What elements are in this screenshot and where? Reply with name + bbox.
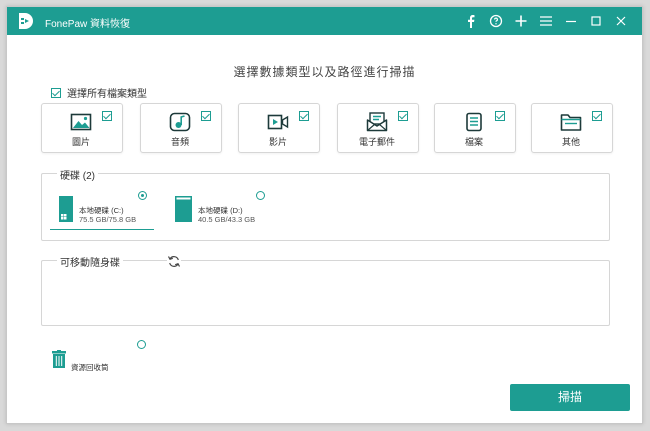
recycle-bin-label: 資源回收筒 xyxy=(71,363,109,372)
plus-icon[interactable] xyxy=(510,10,532,32)
checkbox-checked-icon[interactable] xyxy=(201,111,211,121)
recycle-bin-radio[interactable] xyxy=(137,340,146,349)
facebook-icon[interactable] xyxy=(460,10,482,32)
feedback-icon[interactable] xyxy=(485,10,507,32)
checkbox-checked-icon[interactable] xyxy=(299,111,309,121)
file-type-label: 檔案 xyxy=(464,137,483,147)
select-all-label: 選擇所有檔案類型 xyxy=(67,89,147,100)
image-icon xyxy=(70,113,92,131)
file-type-label: 電子郵件 xyxy=(358,137,395,147)
document-icon xyxy=(466,112,482,132)
refresh-icon[interactable] xyxy=(167,255,181,268)
file-type-image[interactable]: 圖片 xyxy=(41,103,123,153)
file-type-audio[interactable]: 音頻 xyxy=(140,103,222,153)
checkbox-checked-icon[interactable] xyxy=(592,111,602,121)
drive-c[interactable]: 本地硬碟 (C:) 75.5 GB/75.8 GB xyxy=(50,194,154,230)
recycle-bin-icon xyxy=(52,350,66,368)
minimize-icon[interactable] xyxy=(560,10,582,32)
drive-c-radio[interactable] xyxy=(138,191,147,200)
file-type-label: 圖片 xyxy=(71,137,90,147)
recycle-bin[interactable]: 資源回收筒 xyxy=(49,348,119,374)
file-type-label: 其他 xyxy=(561,137,580,147)
select-all-checkbox[interactable]: 選擇所有檔案類型 xyxy=(51,85,147,100)
email-icon xyxy=(366,112,388,132)
drive-d-radio[interactable] xyxy=(256,191,265,200)
drive-size: 40.5 GB/43.3 GB xyxy=(198,215,256,224)
checkbox-checked-icon[interactable] xyxy=(495,111,505,121)
page-heading: 選擇數據類型以及路徑進行掃描 xyxy=(233,65,416,79)
file-type-other[interactable]: 其他 xyxy=(531,103,613,153)
app-window: FonePaw 資料恢復 選擇數據類型以及路徑進行掃描 選擇所有檔案類型 圖片 … xyxy=(6,6,643,424)
hard-drive-icon xyxy=(175,196,192,222)
drive-size: 75.5 GB/75.8 GB xyxy=(79,215,137,224)
hard-drives-panel: 硬碟 (2) 本地硬碟 (C:) 75.5 GB/75.8 GB 本地硬碟 (D… xyxy=(41,167,610,241)
file-type-document[interactable]: 檔案 xyxy=(434,103,516,153)
maximize-icon[interactable] xyxy=(585,10,607,32)
file-type-grid: 圖片 音頻 影片 電子郵件 檔案 其他 xyxy=(41,103,617,153)
hard-drives-title: 硬碟 (2) xyxy=(57,167,98,182)
title-bar-controls xyxy=(457,7,632,35)
music-icon xyxy=(169,112,191,132)
removable-drives-title: 可移動隨身碟 xyxy=(57,254,123,269)
file-type-video[interactable]: 影片 xyxy=(238,103,320,153)
close-icon[interactable] xyxy=(610,10,632,32)
title-bar: FonePaw 資料恢復 xyxy=(7,7,642,35)
app-title: FonePaw 資料恢復 xyxy=(45,19,131,30)
file-type-label: 影片 xyxy=(268,137,287,147)
scan-button[interactable]: 掃描 xyxy=(510,384,630,411)
removable-drives-panel: 可移動隨身碟 xyxy=(41,254,610,326)
folder-icon xyxy=(560,114,582,131)
file-type-email[interactable]: 電子郵件 xyxy=(337,103,419,153)
file-type-label: 音頻 xyxy=(170,137,189,147)
video-icon xyxy=(267,114,289,130)
checkbox-checked-icon[interactable] xyxy=(398,111,408,121)
checkbox-checked-icon[interactable] xyxy=(102,111,112,121)
checkbox-checked-icon[interactable] xyxy=(51,87,61,98)
hard-drive-icon xyxy=(59,196,73,222)
drive-d[interactable]: 本地硬碟 (D:) 40.5 GB/43.3 GB xyxy=(175,194,279,230)
app-logo-icon xyxy=(19,13,33,29)
menu-icon[interactable] xyxy=(535,10,557,32)
